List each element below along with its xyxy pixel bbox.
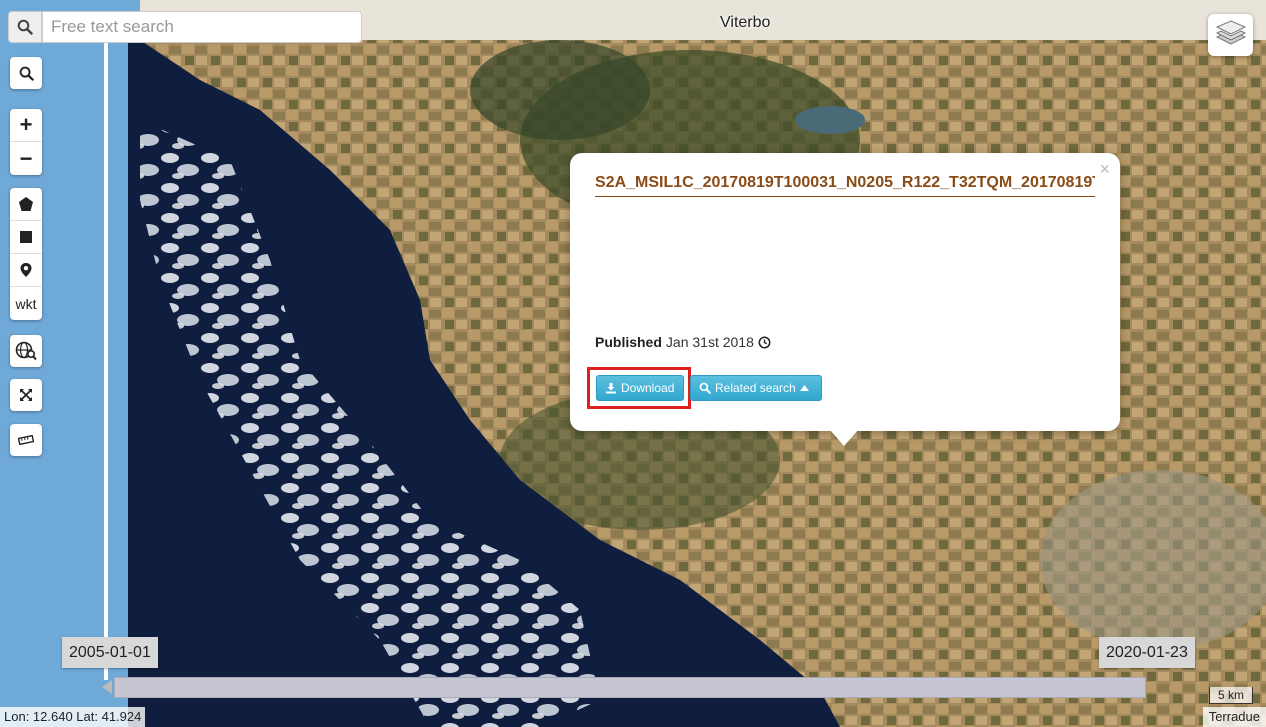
zoom-out-label: −	[19, 145, 33, 171]
coordinates-readout: Lon: 12.640 Lat: 41.924	[0, 707, 146, 727]
ruler-icon	[18, 435, 34, 445]
map-marker-icon	[20, 263, 32, 277]
download-button[interactable]: Download	[596, 375, 684, 401]
published-date: Jan 31st 2018	[665, 334, 754, 350]
download-icon	[606, 383, 616, 394]
published-label: Published	[595, 334, 662, 350]
timeline-start-date[interactable]: 2005-01-01	[62, 637, 158, 668]
globe-search-icon	[15, 341, 37, 361]
measure-button[interactable]	[10, 424, 42, 456]
related-search-label: Related search	[715, 381, 796, 395]
published-info: Published Jan 31st 2018	[595, 334, 771, 350]
zoom-controls: + −	[10, 109, 42, 175]
zoom-out-button[interactable]: −	[10, 142, 42, 175]
timeline-end-date[interactable]: 2020-01-23	[1099, 637, 1195, 668]
wkt-button[interactable]: wkt	[10, 287, 42, 320]
search-submit-button[interactable]	[8, 11, 42, 43]
square-icon	[20, 231, 32, 243]
draw-controls: wkt	[10, 188, 42, 320]
draw-rectangle-button[interactable]	[10, 221, 42, 254]
city-label: Viterbo	[720, 14, 771, 31]
scale-bar: 5 km	[1209, 687, 1253, 704]
search-icon	[19, 66, 34, 81]
zoom-in-button[interactable]: +	[10, 109, 42, 142]
caret-up-icon	[799, 385, 809, 391]
timeline-left-handle[interactable]	[102, 680, 112, 694]
popup-close-button[interactable]: ×	[1099, 159, 1110, 180]
draw-polygon-button[interactable]	[10, 188, 42, 221]
layers-icon	[1215, 20, 1246, 45]
polygon-icon	[19, 197, 33, 211]
search-icon	[17, 19, 33, 35]
globe-search-button[interactable]	[10, 335, 42, 367]
timeline-slider[interactable]	[114, 677, 1146, 698]
search-bar	[8, 11, 362, 43]
search-input[interactable]	[42, 11, 362, 43]
product-popup: × S2A_MSIL1C_20170819T100031_N0205_R122_…	[570, 153, 1120, 431]
draw-point-button[interactable]	[10, 254, 42, 287]
map-attribution: Terradue	[1202, 707, 1266, 727]
clock-icon	[758, 336, 771, 348]
popup-pointer	[830, 430, 858, 446]
search-tool-button[interactable]	[10, 57, 42, 89]
download-label: Download	[621, 381, 675, 395]
product-title-link[interactable]: S2A_MSIL1C_20170819T100031_N0205_R122_T3…	[595, 174, 1095, 197]
layers-button[interactable]	[1208, 14, 1253, 56]
fullscreen-button[interactable]	[10, 379, 42, 411]
related-search-button[interactable]: Related search	[690, 375, 822, 401]
expand-icon	[20, 389, 32, 401]
zoom-in-label: +	[19, 112, 33, 137]
search-icon	[699, 382, 711, 394]
wkt-label: wkt	[15, 295, 37, 312]
